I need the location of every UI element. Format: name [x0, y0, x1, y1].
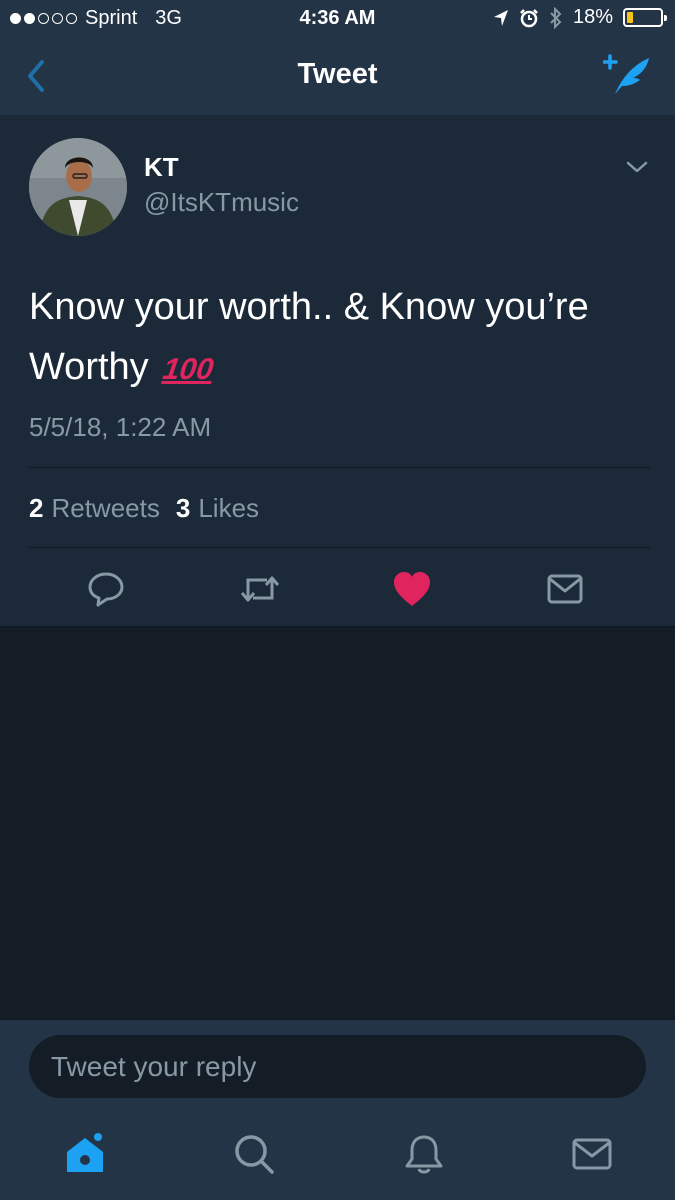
tweet-body: Know your worth.. & Know you’re Worthy	[29, 286, 589, 388]
likes-count: 3	[175, 493, 191, 523]
notifications-bell-icon[interactable]	[402, 1132, 446, 1176]
chevron-down-icon[interactable]	[625, 157, 649, 177]
avatar-photo	[29, 138, 127, 236]
status-bar: Sprint 3G 4:36 AM 18%	[0, 0, 675, 38]
status-right: 18%	[493, 6, 667, 29]
retweets-stat[interactable]: 2 Retweets	[29, 493, 160, 524]
top-chrome: Sprint 3G 4:36 AM 18% Tweet	[0, 0, 675, 115]
compose-tweet-icon[interactable]	[603, 52, 653, 98]
tweet-text: Know your worth.. & Know you’re Worthy 1…	[29, 277, 649, 400]
tweet-timestamp: 5/5/18, 1:22 AM	[29, 412, 212, 442]
battery-icon	[623, 8, 667, 27]
page-title: Tweet	[297, 58, 378, 90]
reply-icon[interactable]	[86, 569, 126, 609]
author-handle[interactable]: @ItsKTmusic	[144, 187, 299, 218]
tweet-detail: KT @ItsKTmusic Know your worth.. & Know …	[0, 115, 675, 627]
tweet-actions	[0, 565, 675, 610]
navigation-bar: Tweet	[0, 38, 675, 115]
divider	[29, 547, 650, 548]
bluetooth-icon	[550, 6, 562, 29]
messages-envelope-icon[interactable]	[570, 1132, 614, 1176]
author-name[interactable]: KT	[144, 152, 179, 183]
likes-label: Likes	[198, 493, 260, 523]
bottom-chrome	[0, 1019, 675, 1200]
divider	[29, 467, 650, 468]
retweets-label: Retweets	[51, 493, 160, 523]
location-arrow-icon	[493, 9, 508, 26]
search-icon[interactable]	[232, 1132, 276, 1176]
likes-stat[interactable]: 3 Likes	[176, 493, 259, 524]
battery-percent: 18%	[572, 6, 613, 28]
hundred-points-emoji: 100	[160, 353, 216, 386]
avatar[interactable]	[29, 138, 127, 236]
retweets-count: 2	[29, 493, 44, 523]
alarm-clock-icon	[520, 8, 538, 27]
home-icon[interactable]	[63, 1132, 107, 1176]
reply-input[interactable]	[29, 1035, 646, 1098]
like-heart-icon[interactable]	[392, 569, 432, 609]
retweet-icon[interactable]	[240, 569, 280, 609]
tweet-stats: 2 Retweets 3 Likes	[29, 493, 259, 524]
direct-message-icon[interactable]	[545, 569, 585, 609]
